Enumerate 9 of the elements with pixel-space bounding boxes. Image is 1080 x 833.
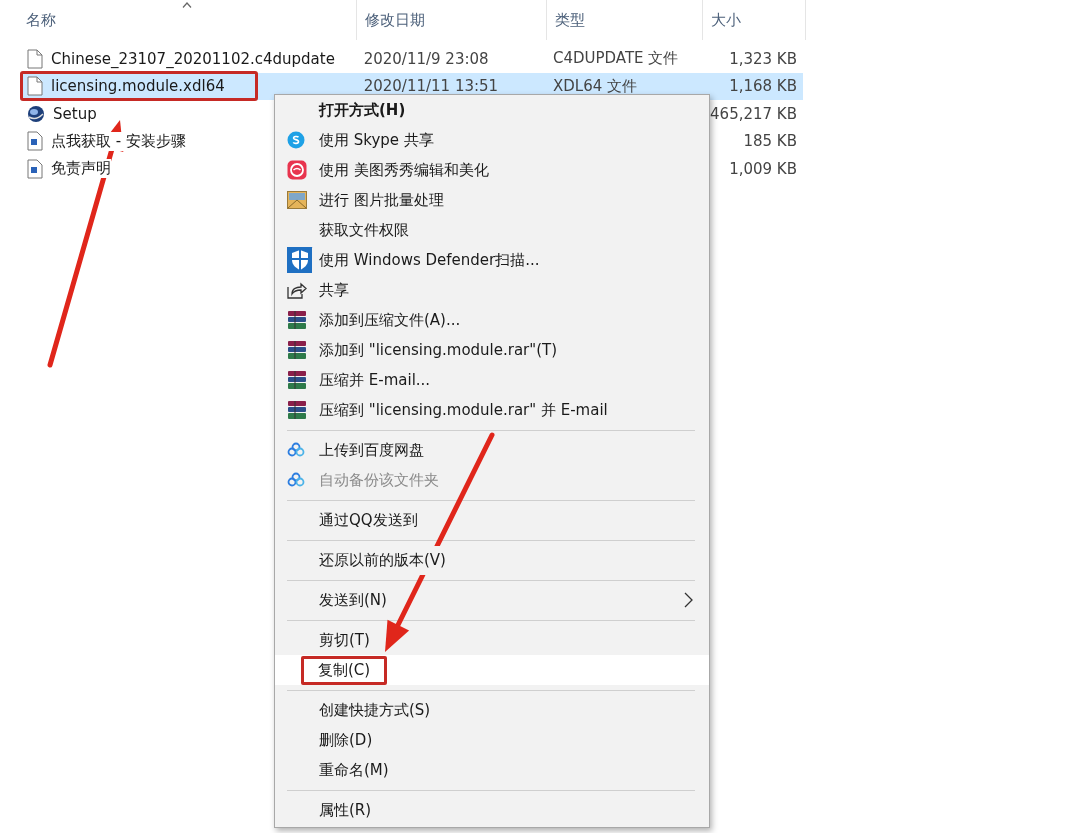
file-size: 185 KB — [742, 132, 797, 151]
file-size: 465,217 KB — [709, 104, 797, 123]
file-type: C4DUPDATE 文件 — [552, 49, 679, 69]
file-size: 1,323 KB — [728, 49, 797, 68]
file-size: 1,009 KB — [728, 159, 797, 178]
file-size: 1,168 KB — [728, 77, 797, 96]
file-date: 2020/11/11 13:51 — [363, 77, 499, 96]
file-date: 2020/11/9 23:08 — [363, 49, 489, 68]
file-type: XDL64 文件 — [552, 76, 637, 96]
